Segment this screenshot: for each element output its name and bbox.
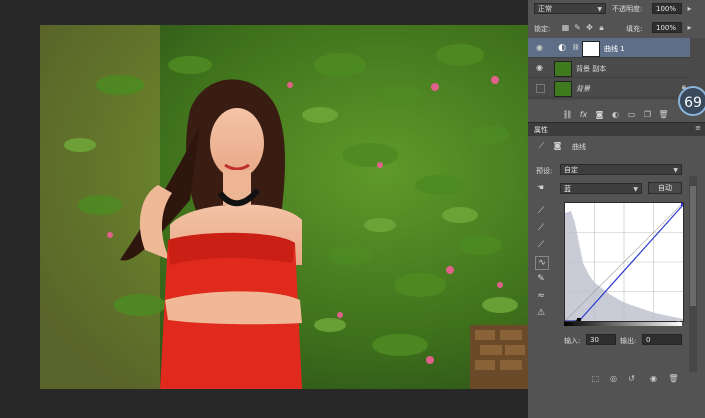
toggle-visibility-icon[interactable]: ◉ <box>648 373 659 384</box>
blend-mode-dropdown[interactable]: 正常 ▼ <box>534 3 606 14</box>
adjustment-name: 曲线 <box>572 143 586 151</box>
eyedropper-white-icon[interactable]: ⟋ <box>535 239 547 251</box>
input-field[interactable]: 30 <box>586 334 616 345</box>
chevron-down-icon: ▼ <box>597 6 602 13</box>
opacity-value: 100% <box>656 5 677 13</box>
fill-slider-toggle[interactable]: ▸ <box>684 22 695 33</box>
delete-adjustment-icon[interactable]: 🗑︎ <box>668 373 679 384</box>
performance-badge: 69 <box>678 86 705 116</box>
lock-position-icon[interactable]: ✥ <box>584 22 595 33</box>
preset-value: 自定 <box>564 166 578 174</box>
input-gradient-bar <box>564 322 682 326</box>
blend-mode-value: 正常 <box>538 5 552 13</box>
eyedropper-gray-icon[interactable]: ⟋ <box>535 222 547 234</box>
chevron-down-icon: ▼ <box>673 167 678 174</box>
channel-dropdown[interactable]: 蓝 ▼ <box>560 183 642 194</box>
input-value: 30 <box>590 336 599 344</box>
properties-tab-bar: 属性 ≡ <box>528 122 705 136</box>
layer-name: 背景 副本 <box>576 65 607 73</box>
eyedropper-black-icon[interactable]: ⟋ <box>535 205 547 217</box>
new-layer-icon[interactable]: ❐ <box>642 109 653 120</box>
visibility-toggle-empty[interactable] <box>536 84 545 93</box>
badge-value: 69 <box>684 95 702 111</box>
fill-value: 100% <box>656 24 677 32</box>
link-layers-icon[interactable]: ⛓ <box>562 109 573 120</box>
layers-footer: ⛓ fx ◙ ◐ ▭ ❐ 🗑︎ <box>528 108 705 122</box>
black-point-slider[interactable]: ▲ <box>574 318 579 325</box>
layer-thumbnail <box>554 61 572 77</box>
lock-image-icon[interactable]: ✎ <box>572 22 583 33</box>
clipping-warning-icon[interactable]: ⚠ <box>535 307 547 319</box>
layer-row-background[interactable]: 背景 🔒︎ <box>528 78 690 98</box>
smooth-curve-icon[interactable]: ≈ <box>535 290 547 302</box>
right-panel-dock: 正常 ▼ 不透明度: 100% ▸ 锁定: ▦ ✎ ✥ 🔒︎ 填充: 100% … <box>528 0 705 418</box>
opacity-slider-toggle[interactable]: ▸ <box>684 3 695 14</box>
layers-panel-header: 正常 ▼ 不透明度: 100% ▸ 锁定: ▦ ✎ ✥ 🔒︎ 填充: 100% … <box>528 0 705 40</box>
on-image-adjust-icon[interactable]: ☚ <box>535 182 546 193</box>
trash-icon[interactable]: 🗑︎ <box>658 109 669 120</box>
preset-dropdown[interactable]: 自定 ▼ <box>560 164 682 175</box>
properties-controls: 预设: 自定 ▼ ☚ 蓝 ▼ 自动 <box>528 158 705 198</box>
visibility-eye-icon[interactable]: ◉ <box>535 43 544 52</box>
fill-label: 填充: <box>626 25 643 33</box>
layer-name: 背景 <box>576 85 590 93</box>
mask-icon[interactable]: ◙ <box>552 140 563 151</box>
layer-row-background-copy[interactable]: ◉ 背景 副本 <box>528 58 690 78</box>
new-group-icon[interactable]: ▭ <box>626 109 637 120</box>
curves-adjustment-icon[interactable]: ⟋ <box>536 140 547 151</box>
link-chain-icon: ⛓ <box>572 44 580 51</box>
fill-field[interactable]: 100% <box>652 22 682 33</box>
white-point-slider[interactable]: △ <box>676 318 681 325</box>
chevron-down-icon: ▼ <box>633 186 638 193</box>
output-value: 0 <box>646 336 651 344</box>
adjustment-curves-icon: ◐ <box>554 41 570 55</box>
channel-value: 蓝 <box>564 185 571 193</box>
input-label: 输入: <box>564 337 581 345</box>
properties-tab[interactable]: 属性 <box>534 125 548 135</box>
clip-to-layer-icon[interactable]: ⬚ <box>590 373 601 384</box>
lock-label: 锁定: <box>534 25 551 33</box>
layer-mask-thumbnail[interactable] <box>582 41 600 57</box>
preset-label: 预设: <box>536 167 553 175</box>
lock-all-icon[interactable]: 🔒︎ <box>596 22 607 33</box>
properties-header: ⟋ ◙ 曲线 <box>528 137 705 155</box>
output-field[interactable]: 0 <box>642 334 682 345</box>
opacity-field[interactable]: 100% <box>652 3 682 14</box>
auto-button-label: 自动 <box>658 184 672 192</box>
layer-style-icon[interactable]: fx <box>578 109 589 120</box>
layer-row-curves[interactable]: ◉ ◐ ⛓ 曲线 1 <box>528 38 690 58</box>
view-previous-state-icon[interactable]: ◎ <box>608 373 619 384</box>
lock-transparent-icon[interactable]: ▦ <box>560 22 571 33</box>
layer-thumbnail <box>554 81 572 97</box>
scrollbar-thumb[interactable] <box>690 186 696 306</box>
layer-name: 曲线 1 <box>604 45 625 53</box>
output-label: 输出: <box>620 337 637 345</box>
document-canvas[interactable] <box>0 0 528 418</box>
photo-image <box>40 25 528 389</box>
auto-button[interactable]: 自动 <box>648 182 682 194</box>
add-mask-icon[interactable]: ◙ <box>594 109 605 120</box>
properties-scrollbar[interactable] <box>689 176 697 376</box>
properties-footer: ⬚ ◎ ↺ ◉ 🗑︎ <box>528 372 705 386</box>
pencil-draw-icon[interactable]: ✎ <box>535 273 547 285</box>
curves-graph[interactable] <box>564 202 684 322</box>
layers-list: ◉ ◐ ⛓ 曲线 1 ◉ 背景 副本 背景 🔒︎ <box>528 38 705 100</box>
panel-menu-icon[interactable]: ≡ <box>695 124 701 132</box>
new-adjustment-icon[interactable]: ◐ <box>610 109 621 120</box>
opacity-label: 不透明度: <box>612 5 643 13</box>
reset-icon[interactable]: ↺ <box>626 373 637 384</box>
visibility-eye-icon[interactable]: ◉ <box>535 63 544 72</box>
curve-edit-points-icon[interactable]: ∿ <box>535 256 549 270</box>
